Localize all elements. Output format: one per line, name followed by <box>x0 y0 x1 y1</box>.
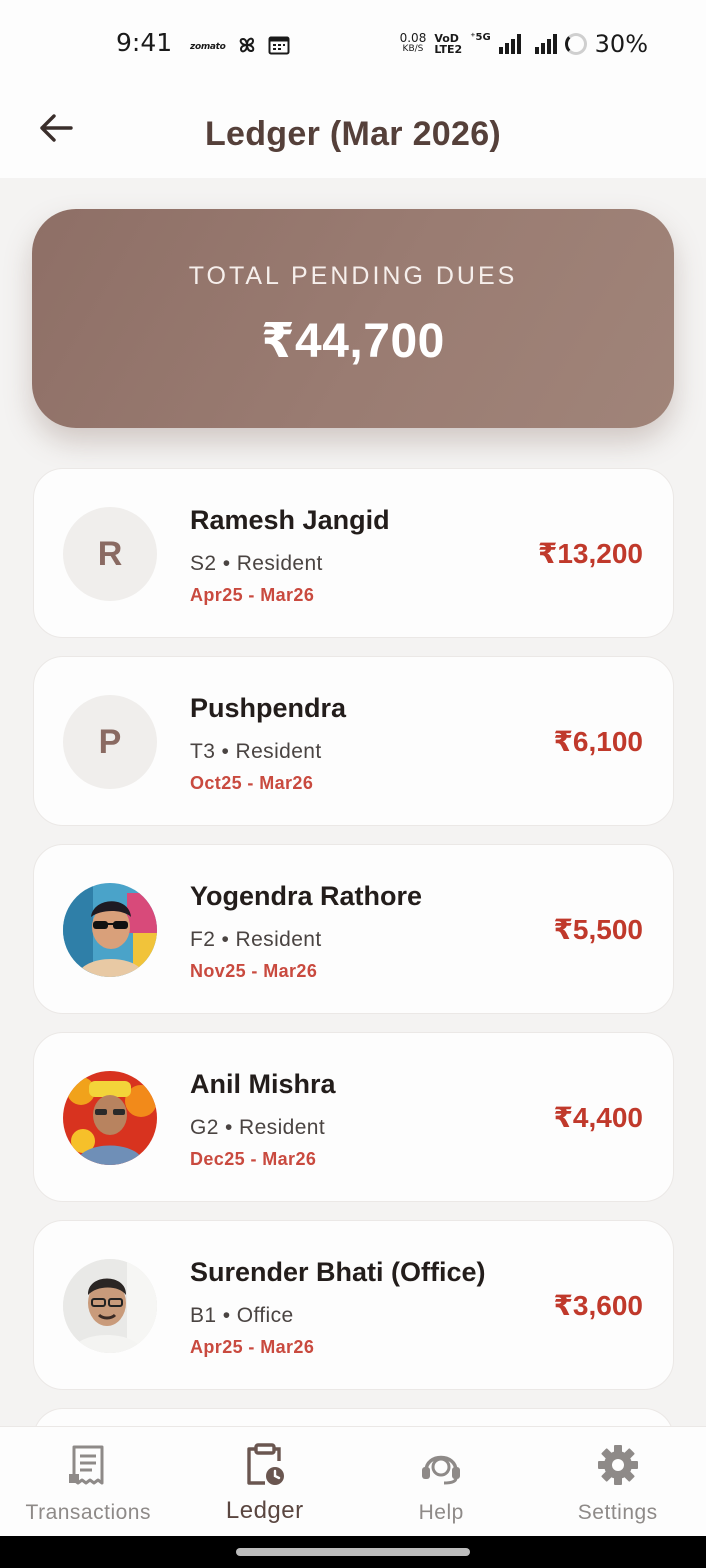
calendar-icon <box>268 35 290 59</box>
profile-photo-icon <box>63 883 157 977</box>
nav-ledger[interactable]: Ledger <box>177 1427 354 1536</box>
resident-unit-type: S2 • Resident <box>190 552 323 575</box>
home-gesture-handle[interactable] <box>236 1548 470 1556</box>
volte-indicator: VoD LTE2 <box>434 33 462 55</box>
network-5g-label: ⁺5G <box>470 32 491 43</box>
nav-label: Transactions <box>25 1501 151 1524</box>
gesture-bar <box>0 1536 706 1568</box>
signal-icon-1 <box>498 34 521 54</box>
page-title: Ledger (Mar 2026) <box>204 114 502 153</box>
profile-photo-icon <box>63 1071 157 1165</box>
due-period: Dec25 - Mar26 <box>190 1149 317 1169</box>
due-period: Apr25 - Mar26 <box>190 585 315 605</box>
resident-name: Pushpendra <box>190 693 347 723</box>
avatar: P <box>63 695 157 789</box>
resident-info: Ramesh Jangid S2 • Resident Apr25 - Mar2… <box>190 505 390 606</box>
resident-info: Anil Mishra G2 • Resident Dec25 - Mar26 <box>190 1069 336 1170</box>
avatar-photo <box>63 883 157 977</box>
nav-label: Settings <box>577 1501 658 1524</box>
resident-unit-type: F2 • Resident <box>190 928 322 951</box>
dues-list: R Ramesh Jangid S2 • Resident Apr25 - Ma… <box>33 468 674 1456</box>
resident-unit-type: T3 • Resident <box>190 740 322 763</box>
status-bar: 9:41 zomato 0.08 KB/S VoD LTE2 ⁺5G 30% <box>0 0 706 90</box>
resident-name: Yogendra Rathore <box>190 881 423 911</box>
due-amount: ₹3,600 <box>553 1290 643 1321</box>
avatar: R <box>63 507 157 601</box>
app-header: Ledger (Mar 2026) <box>0 90 706 178</box>
due-amount: ₹13,200 <box>537 538 643 569</box>
pending-dues-card: TOTAL PENDING DUES ₹44,700 <box>32 209 674 428</box>
due-period: Oct25 - Mar26 <box>190 773 314 793</box>
receipt-icon <box>66 1443 110 1487</box>
clipboard-clock-icon <box>243 1443 287 1487</box>
net-speed: 0.08 KB/S <box>399 31 427 55</box>
signal-icon-2 <box>534 34 557 54</box>
pending-dues-label: TOTAL PENDING DUES <box>188 262 518 290</box>
battery-percent: 30% <box>594 30 648 58</box>
nav-label: Help <box>418 1501 464 1524</box>
resident-unit-type: G2 • Resident <box>190 1116 326 1139</box>
notification-icons: zomato <box>190 34 290 60</box>
nav-help[interactable]: Help <box>353 1427 530 1536</box>
gear-icon <box>596 1443 640 1487</box>
list-item[interactable]: R Ramesh Jangid S2 • Resident Apr25 - Ma… <box>33 468 674 638</box>
back-button[interactable] <box>32 104 80 152</box>
resident-name: Ramesh Jangid <box>190 505 390 535</box>
arrow-left-icon <box>40 114 73 142</box>
resident-info: Surender Bhati (Office) B1 • Office Apr2… <box>190 1257 486 1358</box>
resident-name: Surender Bhati (Office) <box>190 1257 486 1287</box>
list-item[interactable]: Yogendra Rathore F2 • Resident Nov25 - M… <box>33 844 674 1014</box>
nav-settings[interactable]: Settings <box>530 1427 706 1536</box>
net-speed-unit: KB/S <box>402 44 424 54</box>
due-amount: ₹5,500 <box>553 914 643 945</box>
list-item[interactable]: Surender Bhati (Office) B1 • Office Apr2… <box>33 1220 674 1390</box>
app-screen: 9:41 zomato 0.08 KB/S VoD LTE2 ⁺5G 30% L… <box>0 0 706 1568</box>
due-amount: ₹4,400 <box>553 1102 643 1133</box>
zomato-notification-icon: zomato <box>190 42 226 52</box>
due-amount: ₹6,100 <box>553 726 643 757</box>
headset-icon <box>419 1443 463 1487</box>
status-right: 0.08 KB/S VoD LTE2 ⁺5G 30% <box>400 30 648 58</box>
pinwheel-icon <box>236 34 258 60</box>
avatar-photo <box>63 1259 157 1353</box>
avatar-initial: P <box>98 722 122 761</box>
list-item[interactable]: P Pushpendra T3 • Resident Oct25 - Mar26… <box>33 656 674 826</box>
volte-bottom: LTE2 <box>434 43 463 56</box>
nav-transactions[interactable]: Transactions <box>0 1427 177 1536</box>
avatar-initial: R <box>97 534 123 573</box>
due-period: Apr25 - Mar26 <box>190 1337 315 1357</box>
pending-dues-amount: ₹44,700 <box>261 315 445 368</box>
bottom-navigation: Transactions Ledger Help Settings <box>0 1426 706 1536</box>
battery-icon <box>564 33 587 55</box>
status-time: 9:41 <box>116 28 173 57</box>
net-speed-value: 0.08 <box>399 31 427 45</box>
resident-info: Pushpendra T3 • Resident Oct25 - Mar26 <box>190 693 346 794</box>
nav-label: Ledger <box>225 1497 304 1524</box>
resident-unit-type: B1 • Office <box>190 1304 294 1327</box>
due-period: Nov25 - Mar26 <box>190 961 318 981</box>
list-item[interactable]: Anil Mishra G2 • Resident Dec25 - Mar26 … <box>33 1032 674 1202</box>
avatar-photo <box>63 1071 157 1165</box>
profile-photo-icon <box>63 1259 157 1353</box>
resident-info: Yogendra Rathore F2 • Resident Nov25 - M… <box>190 881 422 982</box>
resident-name: Anil Mishra <box>190 1069 336 1099</box>
